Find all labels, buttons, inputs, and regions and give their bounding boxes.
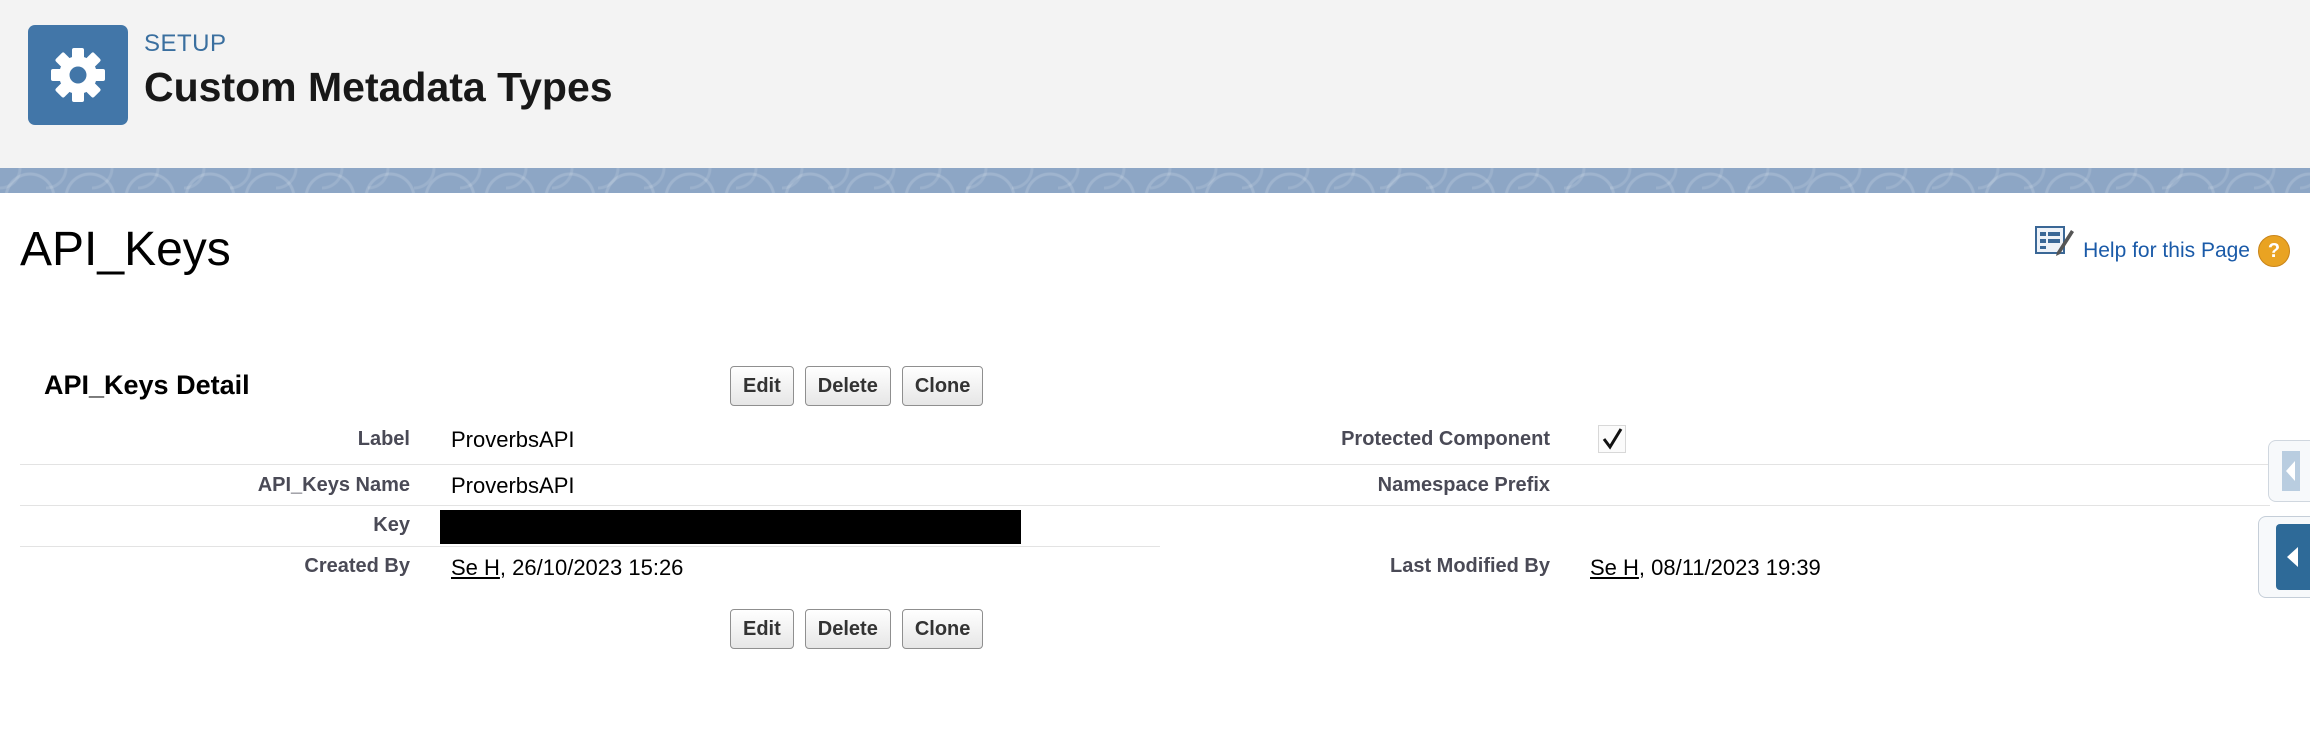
edit-button[interactable]: Edit — [730, 366, 794, 406]
last-modified-date: , 08/11/2023 19:39 — [1638, 555, 1821, 580]
chevron-left-icon — [2287, 547, 2298, 567]
name-field-label: API_Keys Name — [257, 474, 410, 496]
last-modified-by-value: Se H, 08/11/2023 19:39 — [1590, 555, 1821, 581]
side-panel-toggle[interactable] — [2258, 516, 2310, 598]
clone-button-bottom[interactable]: Clone — [901, 609, 984, 649]
created-by-date: , 26/10/2023 15:26 — [499, 555, 684, 580]
last-modified-by-user-link[interactable]: Se H — [1590, 555, 1639, 580]
gear-icon — [28, 25, 128, 125]
delete-button-bottom[interactable]: Delete — [804, 609, 891, 649]
checkmark-icon — [1602, 428, 1623, 450]
label-field-value: ProverbsAPI — [451, 427, 575, 452]
created-by-user-link[interactable]: Se H — [451, 555, 500, 580]
detail-toolbar-bottom: Edit Delete Clone — [730, 609, 984, 649]
created-by-label: Created By — [304, 555, 410, 577]
detail-section-title: API_Keys Detail — [44, 370, 250, 400]
name-field-value: ProverbsAPI — [451, 473, 575, 498]
help-link[interactable]: Help for this Page — [2083, 239, 2250, 263]
help-area: Help for this Page ? — [2035, 225, 2290, 274]
key-redacted-value — [440, 510, 1021, 544]
help-doc-icon — [2035, 224, 2075, 265]
delete-button[interactable]: Delete — [804, 366, 891, 406]
clone-button[interactable]: Clone — [901, 366, 984, 406]
record-title: API_Keys — [20, 223, 231, 276]
protected-checkbox — [1598, 425, 1626, 453]
edit-button-bottom[interactable]: Edit — [730, 609, 794, 649]
last-modified-by-label: Last Modified By — [1389, 555, 1550, 577]
setup-eyebrow: SETUP — [144, 30, 227, 57]
setup-header: SETUP Custom Metadata Types — [0, 0, 2310, 168]
detail-toolbar-top: Edit Delete Clone — [730, 366, 984, 406]
side-panel-tab[interactable] — [2268, 440, 2310, 502]
key-field-label: Key — [373, 514, 410, 536]
app-title: Custom Metadata Types — [144, 64, 613, 110]
question-icon[interactable]: ? — [2258, 235, 2290, 267]
namespace-prefix-label: Namespace Prefix — [1377, 474, 1550, 496]
collapse-panel-button[interactable] — [2276, 524, 2310, 590]
created-by-value: Se H, 26/10/2023 15:26 — [451, 555, 683, 581]
label-field-label: Label — [357, 428, 410, 450]
decorative-band — [0, 168, 2310, 193]
protected-component-label: Protected Component — [1341, 428, 1550, 450]
chevron-left-icon — [2281, 451, 2300, 491]
